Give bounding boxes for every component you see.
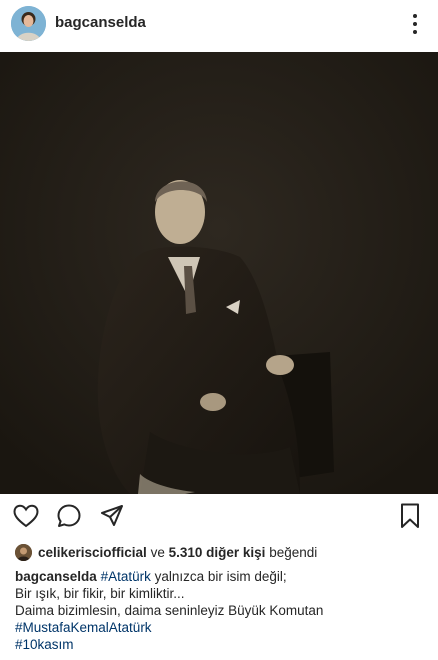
post-caption: bagcanselda #Atatürk yalnızca bir isim d… bbox=[15, 568, 430, 653]
liker-username[interactable]: celikerisciofficial bbox=[38, 545, 147, 560]
bookmark-icon[interactable] bbox=[396, 502, 424, 530]
hashtag-ataturk[interactable]: #Atatürk bbox=[101, 569, 151, 584]
caption-line-1: bagcanselda #Atatürk yalnızca bir isim d… bbox=[15, 568, 430, 585]
liker-avatar[interactable] bbox=[15, 543, 32, 561]
comment-icon[interactable] bbox=[55, 502, 83, 530]
hashtag-10kasim[interactable]: #10kasım bbox=[15, 636, 430, 653]
post-username[interactable]: bagcanselda bbox=[55, 14, 146, 31]
likes-summary: celikerisciofficial ve 5.310 diğer kişi … bbox=[15, 542, 317, 562]
post-header: bagcanselda bbox=[0, 0, 438, 50]
avatar[interactable] bbox=[11, 6, 46, 41]
more-options-icon[interactable] bbox=[404, 14, 426, 34]
caption-line-2: Bir ışık, bir fikir, bir kimliktir... bbox=[15, 586, 185, 601]
action-bar bbox=[0, 496, 438, 536]
caption-text-1: yalnızca bir isim değil; bbox=[154, 569, 287, 584]
caption-username[interactable]: bagcanselda bbox=[15, 569, 97, 584]
post-photo[interactable] bbox=[0, 52, 438, 494]
caption-line-3: Daima bizimlesin, daima seninleyiz Büyük… bbox=[15, 603, 324, 618]
share-icon[interactable] bbox=[98, 502, 126, 530]
heart-icon[interactable] bbox=[12, 502, 40, 530]
likes-connector: ve bbox=[150, 544, 165, 560]
likes-suffix: beğendi bbox=[269, 544, 318, 560]
likes-count[interactable]: 5.310 diğer kişi bbox=[169, 545, 266, 560]
hashtag-mustafakemalataturk[interactable]: #MustafaKemalAtatürk bbox=[15, 619, 430, 636]
